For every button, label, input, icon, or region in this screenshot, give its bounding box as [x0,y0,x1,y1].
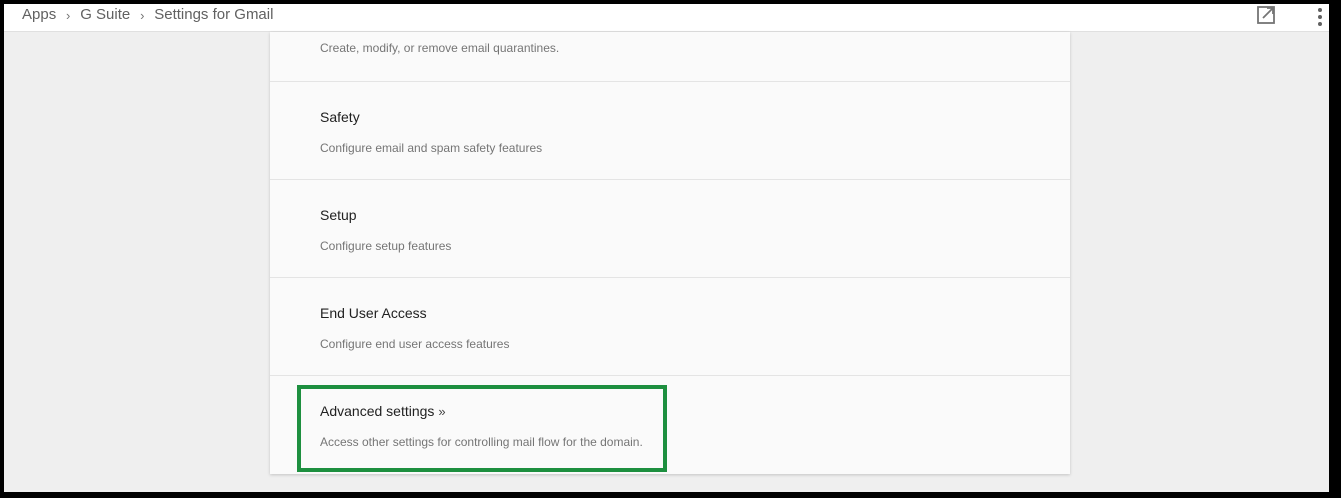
chevron-right-icon: › [66,7,71,23]
open-in-new-icon[interactable] [1254,4,1278,26]
row-description: Access other settings for controlling ma… [320,435,643,449]
gmail-settings-card: Create, modify, or remove email quaranti… [270,32,1070,474]
breadcrumb-apps[interactable]: Apps [22,5,56,25]
settings-row-safety[interactable]: Safety Configure email and spam safety f… [270,82,1070,180]
double-chevron-icon: » [438,404,446,419]
settings-row-advanced[interactable]: Advanced settings» Access other settings… [270,376,1070,474]
settings-row-end-user-access[interactable]: End User Access Configure end user acces… [270,278,1070,376]
row-title: Advanced settings» [320,402,446,421]
row-title: Setup [320,207,357,223]
top-bar: Apps › G Suite › Settings for Gmail [4,4,1329,32]
advanced-settings-label: Advanced settings [320,403,435,419]
row-title: End User Access [320,305,427,321]
chevron-right-icon: › [140,7,145,23]
breadcrumb-current: Settings for Gmail [154,6,274,23]
row-description: Create, modify, or remove email quaranti… [320,41,560,55]
admin-console-frame: Apps › G Suite › Settings for Gmail Crea… [4,4,1329,492]
row-description: Configure email and spam safety features [320,141,543,155]
scrollbar[interactable] [1329,0,1341,498]
row-description: Configure setup features [320,239,452,253]
settings-row-quarantine[interactable]: Create, modify, or remove email quaranti… [270,32,1070,82]
breadcrumb-g-suite[interactable]: G Suite [80,5,130,25]
row-title: Safety [320,109,360,125]
row-description: Configure end user access features [320,337,510,351]
settings-row-setup[interactable]: Setup Configure setup features [270,180,1070,278]
more-vert-icon[interactable] [1312,4,1328,30]
breadcrumb: Apps › G Suite › Settings for Gmail [22,5,273,25]
